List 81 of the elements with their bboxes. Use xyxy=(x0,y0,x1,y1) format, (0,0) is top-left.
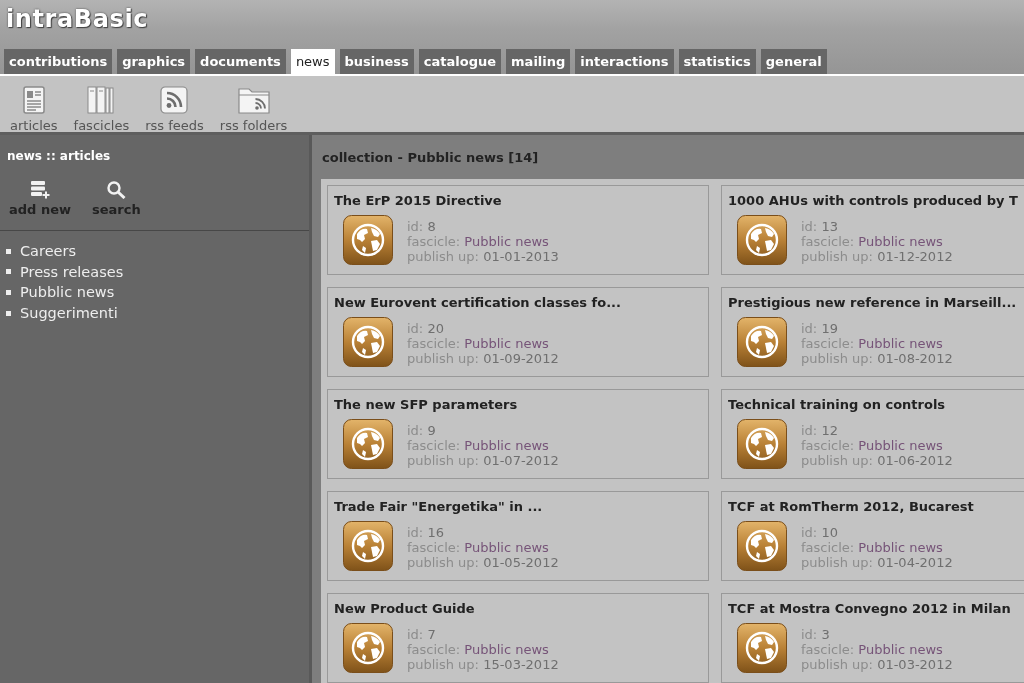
field-value: 01-12-2012 xyxy=(877,249,953,264)
rss-folder-icon xyxy=(237,86,270,114)
fascicle-link[interactable]: Pubblic news xyxy=(858,336,943,351)
article-title[interactable]: 1000 AHUs with controls produced by T xyxy=(728,193,1018,209)
field-value: 01-03-2012 xyxy=(877,657,953,672)
field-value: 20 xyxy=(427,321,444,336)
fascicle-link[interactable]: Pubblic news xyxy=(464,642,549,657)
field-value: 12 xyxy=(821,423,838,438)
article-title[interactable]: TCF at RomTherm 2012, Bucarest xyxy=(728,499,974,515)
square-bullet-icon xyxy=(6,310,11,316)
sidebar-heading: news :: articles xyxy=(6,148,111,165)
toolbar-button[interactable]: fascicles xyxy=(73,86,130,134)
globe-icon xyxy=(737,419,787,469)
globe-icon xyxy=(737,317,787,367)
nav-tab[interactable]: interactions xyxy=(575,49,674,74)
article-title[interactable]: New Eurovent certification classes fo... xyxy=(334,295,621,311)
nav-tab[interactable]: documents xyxy=(195,49,286,74)
square-bullet-icon xyxy=(6,248,11,254)
fascicle-link[interactable]: Pubblic news xyxy=(858,642,943,657)
field-value: 9 xyxy=(427,423,436,438)
field-value: 8 xyxy=(427,219,436,234)
globe-icon xyxy=(343,215,393,265)
field-value: 19 xyxy=(821,321,838,336)
toolbar-button[interactable]: rss folders xyxy=(219,86,288,134)
field-value: 01-07-2012 xyxy=(483,453,559,468)
square-bullet-icon xyxy=(6,269,11,275)
globe-icon xyxy=(343,521,393,571)
nav-tab[interactable]: graphics xyxy=(117,49,191,74)
globe-icon xyxy=(343,623,393,673)
toolbar-button[interactable]: rss feeds xyxy=(145,86,204,134)
nav-tab[interactable]: statistics xyxy=(678,49,756,74)
binders-icon xyxy=(87,86,116,114)
globe-icon xyxy=(737,623,787,673)
globe-icon xyxy=(737,215,787,265)
toolbar-button[interactable]: articles xyxy=(10,86,58,134)
fascicle-link[interactable]: Pubblic news xyxy=(858,234,943,249)
article-title[interactable]: The ErP 2015 Directive xyxy=(334,193,502,209)
fascicle-link[interactable]: Pubblic news xyxy=(464,336,549,351)
newspaper-icon xyxy=(22,86,45,114)
nav-tab[interactable]: catalogue xyxy=(418,49,502,74)
field-value: 01-01-2013 xyxy=(483,249,559,264)
globe-icon xyxy=(343,317,393,367)
sidebar-item[interactable]: Suggerimenti xyxy=(20,304,118,323)
nav-tab[interactable]: news xyxy=(290,49,335,74)
square-bullet-icon xyxy=(6,290,11,295)
nav-tab[interactable]: contributions xyxy=(4,49,113,74)
rss-icon xyxy=(160,86,189,114)
search-icon xyxy=(106,181,126,199)
fascicle-link[interactable]: Pubblic news xyxy=(858,540,943,555)
field-value: 01-09-2012 xyxy=(483,351,559,366)
fascicle-link[interactable]: Pubblic news xyxy=(464,540,549,555)
add-list-icon xyxy=(30,181,50,199)
article-title[interactable]: Prestigious new reference in Marseill... xyxy=(728,295,1017,311)
article-title[interactable]: TCF at Mostra Convegno 2012 in Milan xyxy=(728,601,1011,617)
field-value: 13 xyxy=(821,219,838,234)
field-value: 01-06-2012 xyxy=(877,453,953,468)
article-title[interactable]: Technical training on controls xyxy=(728,397,946,413)
fascicle-link[interactable]: Pubblic news xyxy=(858,438,943,453)
article-title[interactable]: New Product Guide xyxy=(334,601,475,617)
field-value: 10 xyxy=(821,525,838,540)
nav-tab[interactable]: mailing xyxy=(506,49,571,74)
field-value: 16 xyxy=(427,525,444,540)
field-value: 01-05-2012 xyxy=(483,555,559,570)
globe-icon xyxy=(737,521,787,571)
sidebar-item[interactable]: Press releases xyxy=(20,262,124,281)
field-value: 15-03-2012 xyxy=(483,657,559,672)
sidebar-item[interactable]: Pubblic news xyxy=(20,283,115,302)
field-value: 01-04-2012 xyxy=(877,555,953,570)
nav-tab[interactable]: business xyxy=(339,49,414,74)
fascicle-link[interactable]: Pubblic news xyxy=(464,234,549,249)
sidebar-item[interactable]: Careers xyxy=(20,242,76,261)
article-title[interactable]: The new SFP parameters xyxy=(334,397,518,413)
fascicle-link[interactable]: Pubblic news xyxy=(464,438,549,453)
article-title[interactable]: Trade Fair "Energetika" in ... xyxy=(334,499,543,515)
field-value: 3 xyxy=(821,627,830,642)
collection-heading: collection - Pubblic news [14] xyxy=(322,149,539,165)
app-logo: intraBasic xyxy=(5,4,149,34)
field-value: 7 xyxy=(427,627,436,642)
globe-icon xyxy=(343,419,393,469)
nav-tab[interactable]: general xyxy=(760,49,827,74)
field-value: 01-08-2012 xyxy=(877,351,953,366)
